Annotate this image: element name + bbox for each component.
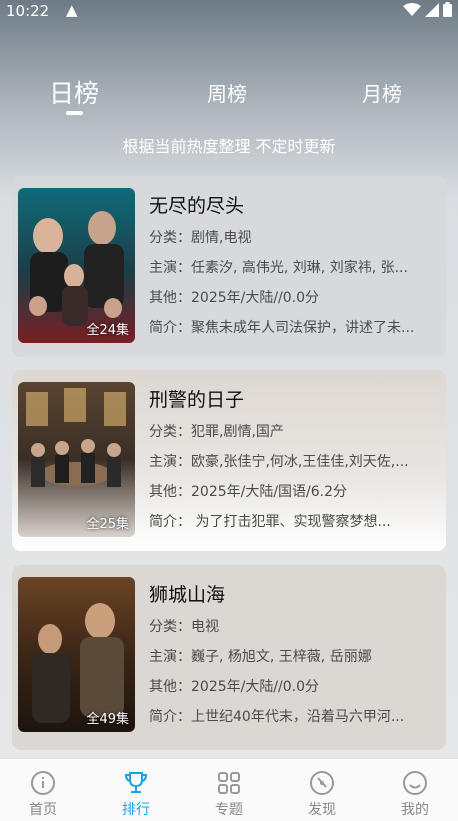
drama-category: 分类：电视: [149, 619, 219, 635]
nav-mine[interactable]: 我的: [380, 769, 450, 819]
tab-day[interactable]: 日榜: [49, 74, 99, 110]
nav-rank[interactable]: 排行: [101, 769, 171, 819]
poster-image: 全25集: [18, 382, 135, 537]
nav-home-label: 首页: [29, 802, 57, 818]
alert-icon: ▲: [66, 1, 78, 19]
tab-week[interactable]: 周榜: [207, 78, 247, 107]
drama-title: 狮城山海: [149, 584, 226, 606]
drama-cast: 主演：任素汐, 高伟光, 刘琳, 刘家祎, 张...: [149, 260, 408, 276]
drama-category: 分类：剧情,电视: [149, 230, 252, 246]
compass-icon: [310, 771, 334, 795]
nav-mine-label: 我的: [401, 802, 429, 818]
drama-category: 分类：犯罪,剧情,国产: [149, 424, 284, 440]
tab-month[interactable]: 月榜: [362, 78, 402, 107]
home-icon: [31, 771, 55, 795]
nav-topic[interactable]: 专题: [194, 769, 264, 819]
signal-icon: [425, 2, 439, 17]
drama-cast: 主演：欧豪,张佳宁,何冰,王佳佳,刘天佐,...: [149, 454, 409, 470]
episode-count: 全49集: [86, 712, 129, 727]
battery-icon: [443, 2, 452, 17]
nav-discover[interactable]: 发现: [287, 769, 357, 819]
drama-card[interactable]: 全24集 无尽的尽头 分类：剧情,电视 主演：任素汐, 高伟光, 刘琳, 刘家祎…: [12, 176, 446, 357]
status-icons: [403, 2, 452, 17]
drama-card[interactable]: 全25集 刑警的日子 分类：犯罪,剧情,国产 主演：欧豪,张佳宁,何冰,王佳佳,…: [12, 370, 446, 551]
drama-intro: 简介：聚焦未成年人司法保护，讲述了未...: [149, 320, 415, 336]
drama-intro: 简介：上世纪40年代末，沿着马六甲河...: [149, 709, 405, 725]
poster-image: 全49集: [18, 577, 135, 732]
drama-intro: 简介： 为了打击犯罪、实现警察梦想...: [149, 514, 391, 530]
episode-count: 全24集: [86, 323, 129, 338]
drama-other: 其他：2025年/大陆//0.0分: [149, 679, 320, 695]
smile-icon: [403, 771, 427, 795]
status-time: 10:22: [6, 2, 50, 20]
update-note: 根据当前热度整理 不定时更新: [122, 137, 336, 156]
rank-tabs: 日榜 周榜 月榜: [0, 72, 458, 122]
drama-card[interactable]: 全49集 狮城山海 分类：电视 主演：巍子, 杨旭文, 王梓薇, 岳丽娜 其他：…: [12, 565, 446, 750]
nav-topic-label: 专题: [215, 802, 243, 818]
drama-title: 无尽的尽头: [149, 195, 245, 217]
status-bar: 10:22 ▲: [0, 0, 458, 22]
grid-icon: [218, 772, 240, 794]
episode-count: 全25集: [86, 517, 129, 532]
trophy-icon: [124, 772, 148, 793]
drama-other: 其他：2025年/大陆//0.0分: [149, 290, 320, 306]
bottom-nav: 首页 排行 专题 发现 我的: [0, 758, 458, 821]
nav-rank-label: 排行: [122, 802, 150, 818]
drama-other: 其他：2025年/大陆/国语/6.2分: [149, 484, 348, 500]
active-tab-indicator: [66, 111, 83, 115]
drama-cast: 主演：巍子, 杨旭文, 王梓薇, 岳丽娜: [149, 649, 372, 665]
nav-discover-label: 发现: [308, 802, 336, 818]
drama-title: 刑警的日子: [149, 389, 245, 411]
nav-home[interactable]: 首页: [8, 769, 78, 819]
poster-image: 全24集: [18, 188, 135, 343]
wifi-icon: [403, 2, 421, 16]
